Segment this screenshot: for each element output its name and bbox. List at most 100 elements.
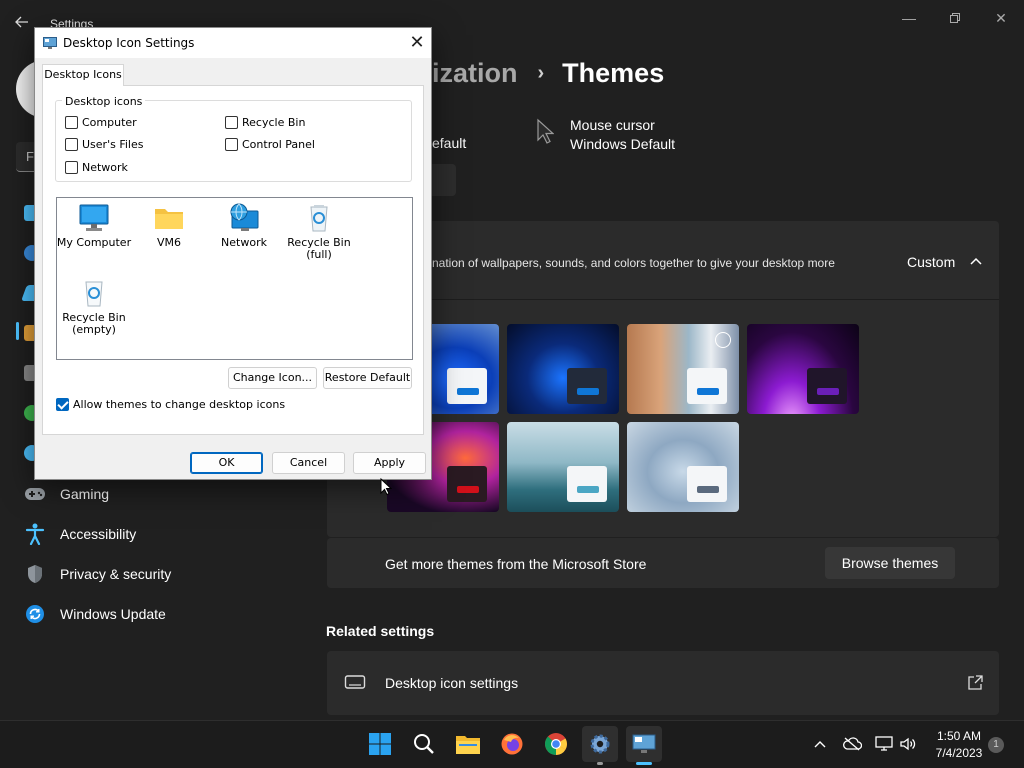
sidebar-item-privacy[interactable]: Privacy & security [24, 559, 171, 589]
maximize-button[interactable] [942, 8, 968, 28]
network-checkbox[interactable]: Network [65, 159, 128, 175]
start-icon [369, 733, 391, 755]
dialog-title-bar: Desktop Icon Settings ✕ [35, 28, 431, 58]
chevron-up-icon [814, 741, 826, 748]
sidebar-item-windows-update[interactable]: Windows Update [24, 599, 166, 629]
computer-checkbox[interactable]: Computer [65, 114, 137, 130]
checkbox-box[interactable] [225, 115, 238, 129]
clock-date[interactable]: 7/4/2023 [930, 746, 988, 760]
checkbox-box[interactable] [65, 115, 78, 129]
back-arrow-icon [15, 16, 28, 28]
mouse-cursor-title[interactable]: Mouse cursor [570, 117, 655, 133]
icon-network[interactable]: Network [206, 203, 282, 249]
breadcrumb-parent[interactable]: ization [432, 58, 518, 89]
theme-thumbnail[interactable] [627, 324, 739, 414]
sidebar-item-gaming[interactable]: Gaming [24, 479, 109, 509]
current-theme-description: nation of wallpapers, sounds, and colors… [432, 256, 835, 270]
icon-label: VM6 [156, 236, 181, 249]
group-label: Desktop icons [62, 95, 146, 108]
restore-default-button[interactable]: Restore Default [323, 367, 412, 389]
network-status-button[interactable] [874, 734, 894, 754]
onedrive-button[interactable] [842, 734, 862, 754]
sidebar-item-label: Windows Update [60, 606, 166, 622]
mouse-cursor-value: Windows Default [570, 136, 676, 152]
icon-label: Recycle Bin (empty) [62, 311, 126, 336]
apply-button[interactable]: Apply [353, 452, 426, 474]
mouse-pointer-icon [380, 477, 393, 496]
open-external-icon [966, 674, 984, 692]
icon-label: Network [221, 236, 267, 249]
recycle-bin-full-icon [303, 203, 335, 233]
user-files-checkbox[interactable]: User's Files [65, 136, 143, 152]
file-explorer-button[interactable] [450, 726, 486, 762]
icon-recycle-bin-empty[interactable]: Recycle Bin (empty) [56, 278, 132, 336]
search-icon [414, 734, 434, 754]
firefox-icon [501, 733, 523, 755]
store-text: Get more themes from the Microsoft Store [385, 556, 647, 572]
current-theme-value[interactable]: Custom [907, 254, 955, 270]
checkbox-label: Computer [82, 115, 137, 129]
notification-badge[interactable]: 1 [988, 737, 1004, 753]
desktop-icon-settings-dialog: Desktop Icon Settings ✕ Desktop Icons De… [34, 27, 432, 480]
start-button[interactable] [362, 726, 398, 762]
sidebar-item-label: Accessibility [60, 526, 137, 542]
icon-label: Recycle Bin (full) [287, 236, 351, 261]
dialog-close-button[interactable]: ✕ [405, 31, 429, 55]
checkbox-box[interactable] [225, 137, 238, 151]
checkbox-box[interactable] [56, 397, 69, 411]
desktop-icon-settings-icon [43, 35, 57, 49]
settings-icon [590, 734, 610, 754]
minimize-button[interactable]: — [896, 8, 922, 28]
ok-button[interactable]: OK [190, 452, 263, 474]
checkbox-label: Network [82, 160, 128, 174]
network-globe-icon [228, 203, 260, 233]
recycle-bin-checkbox[interactable]: Recycle Bin [225, 114, 305, 130]
theme-badge-icon [715, 332, 731, 348]
active-indicator [16, 322, 19, 340]
close-button[interactable]: ✕ [988, 8, 1014, 28]
control-panel-checkbox[interactable]: Control Panel [225, 136, 315, 152]
recycle-bin-empty-icon [78, 278, 110, 308]
monitor-icon [344, 673, 366, 693]
breadcrumb: ization › Themes [432, 58, 664, 89]
checkbox-box[interactable] [65, 137, 78, 151]
icon-recycle-bin-full[interactable]: Recycle Bin (full) [281, 203, 357, 261]
related-item-label: Desktop icon settings [385, 675, 519, 691]
chrome-icon [545, 733, 567, 755]
sidebar-item-accessibility[interactable]: Accessibility [24, 519, 136, 549]
cancel-button[interactable]: Cancel [272, 452, 345, 474]
clock-time[interactable]: 1:50 AM [930, 729, 988, 743]
font-setting-value[interactable]: efault [432, 135, 466, 151]
chrome-button[interactable] [538, 726, 574, 762]
desktop-icon-settings-icon [632, 734, 656, 753]
speaker-icon [900, 737, 916, 751]
icon-user-folder[interactable]: VM6 [131, 203, 207, 249]
tab-desktop-icons[interactable]: Desktop Icons [42, 64, 124, 86]
icon-label: My Computer [56, 236, 132, 249]
desktop-icon-settings-taskbar-button[interactable] [626, 726, 662, 762]
chevron-up-icon[interactable] [966, 252, 986, 272]
cloud-offline-icon [843, 737, 862, 751]
theme-thumbnail[interactable] [627, 422, 739, 512]
theme-thumbnail[interactable] [507, 324, 619, 414]
active-window-indicator [636, 762, 652, 765]
allow-themes-checkbox[interactable]: Allow themes to change desktop icons [56, 396, 285, 412]
checkbox-label: Recycle Bin [242, 115, 306, 129]
icon-my-computer[interactable]: My Computer [56, 203, 132, 249]
computer-icon [78, 203, 110, 233]
back-button[interactable] [14, 14, 34, 34]
browse-themes-button[interactable]: Browse themes [825, 547, 955, 579]
firefox-button[interactable] [494, 726, 530, 762]
change-icon-button[interactable]: Change Icon... [228, 367, 317, 389]
folder-icon [153, 203, 185, 233]
checkbox-label: Control Panel [242, 137, 315, 151]
settings-button[interactable] [582, 726, 618, 762]
checkbox-label: User's Files [82, 137, 144, 151]
checkbox-label: Allow themes to change desktop icons [73, 397, 286, 411]
checkbox-box[interactable] [65, 160, 78, 174]
show-hidden-icons-button[interactable] [810, 734, 830, 754]
theme-thumbnail[interactable] [507, 422, 619, 512]
volume-button[interactable] [898, 734, 918, 754]
theme-thumbnail[interactable] [747, 324, 859, 414]
search-button[interactable] [406, 726, 442, 762]
